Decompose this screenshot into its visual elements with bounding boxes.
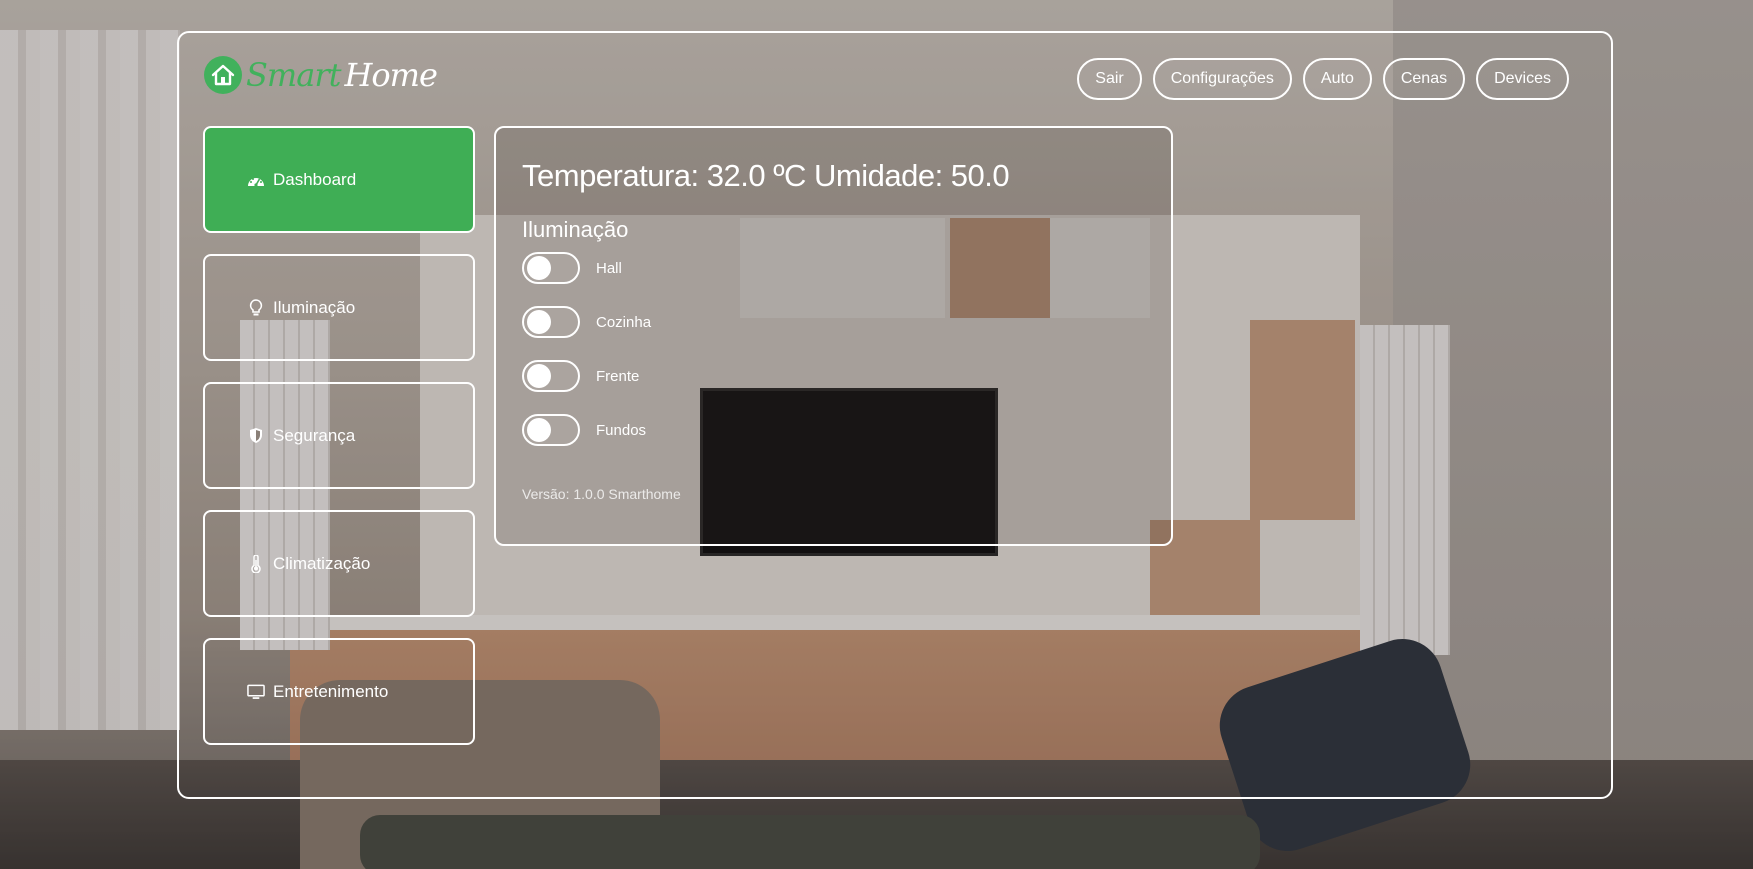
settings-button[interactable]: Configurações [1152, 58, 1292, 100]
toggle-knob [527, 364, 551, 388]
toggle-knob [527, 418, 551, 442]
logout-button[interactable]: Sair [1077, 58, 1142, 100]
light-row-fundos: Fundos [522, 414, 646, 446]
sidebar-item-label: Entretenimento [273, 681, 389, 701]
sidebar-item-entretenimento[interactable]: Entretenimento [203, 638, 475, 745]
version-text: Versão: 1.0.0 Smarthome [522, 486, 681, 502]
top-nav: Sair Configurações Auto Cenas Devices [1077, 58, 1569, 100]
cozinha-label: Cozinha [596, 313, 652, 331]
speedometer-icon [247, 171, 265, 189]
light-row-cozinha: Cozinha [522, 306, 651, 338]
fundos-toggle[interactable] [522, 414, 580, 446]
dashboard-panel: Temperatura: 32.0 ºC Umidade: 50.0 Ilumi… [494, 126, 1173, 546]
frente-toggle[interactable] [522, 360, 580, 392]
frente-label: Frente [596, 367, 640, 385]
brand-smart: Smart [246, 56, 341, 94]
light-row-frente: Frente [522, 360, 639, 392]
cozinha-toggle[interactable] [522, 306, 580, 338]
lightbulb-icon [247, 298, 265, 317]
sidebar-item-climatizacao[interactable]: Climatização [203, 510, 475, 617]
shield-icon [247, 427, 265, 445]
auto-button[interactable]: Auto [1302, 58, 1372, 100]
sidebar-item-label: Segurança [273, 425, 356, 445]
brand-logo[interactable]: Smart Home [204, 56, 438, 94]
house-icon [204, 56, 242, 94]
hall-toggle[interactable] [522, 252, 580, 284]
sidebar-item-seguranca[interactable]: Segurança [203, 382, 475, 489]
sidebar-item-label: Dashboard [273, 169, 357, 189]
monitor-icon [247, 683, 265, 701]
hall-label: Hall [596, 259, 622, 277]
sidebar-item-label: Iluminação [273, 297, 356, 317]
climate-readout: Temperatura: 32.0 ºC Umidade: 50.0 [522, 158, 1010, 193]
sidebar-item-iluminacao[interactable]: Iluminação [203, 254, 475, 361]
light-row-hall: Hall [522, 252, 622, 284]
scenes-button[interactable]: Cenas [1382, 58, 1466, 100]
lighting-section-title: Iluminação [522, 217, 629, 242]
toggle-knob [527, 256, 551, 280]
sidebar-item-dashboard[interactable]: Dashboard [203, 126, 475, 233]
fundos-label: Fundos [596, 421, 647, 439]
devices-button[interactable]: Devices [1476, 58, 1569, 100]
sidebar-item-label: Climatização [273, 553, 371, 573]
toggle-knob [527, 310, 551, 334]
brand-home: Home [344, 56, 438, 94]
thermometer-icon [247, 554, 265, 573]
